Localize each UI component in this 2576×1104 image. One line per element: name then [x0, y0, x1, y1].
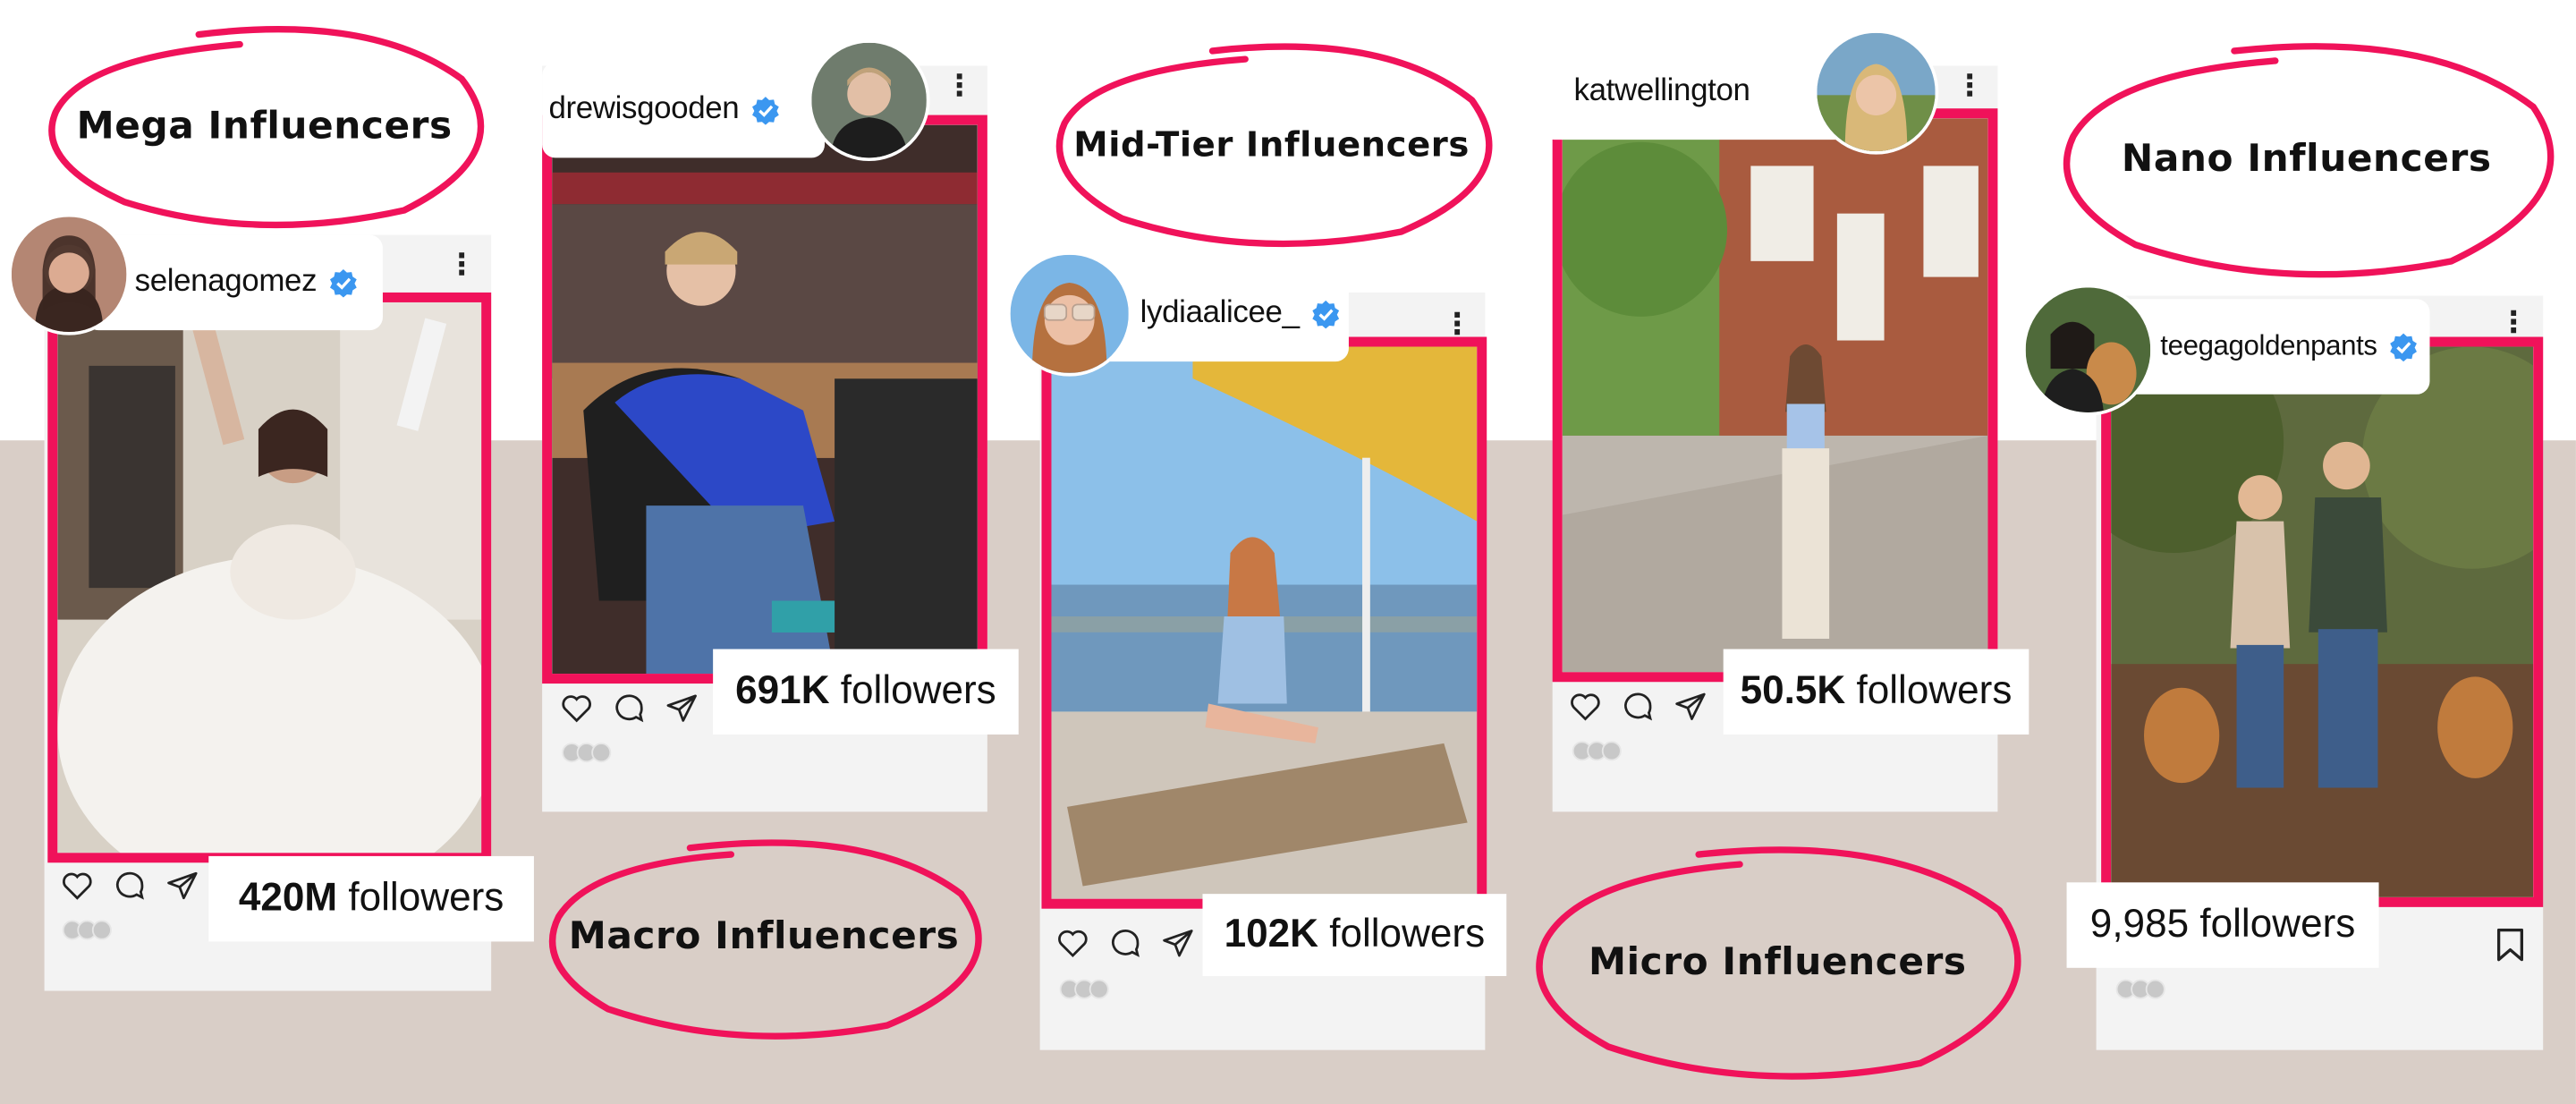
carousel-dots	[62, 920, 112, 940]
username[interactable]: teegagoldenpants	[2160, 330, 2377, 363]
heart-icon[interactable]	[1569, 690, 1602, 723]
avatar-teegagoldenpants[interactable]	[2021, 284, 2154, 416]
carousel-dots	[562, 743, 612, 763]
more-icon[interactable]: ⋮	[945, 72, 974, 102]
followers-count: 9,985 followers	[2066, 882, 2379, 968]
followers-word: followers	[840, 668, 996, 714]
username[interactable]: lydiaalicee_	[1140, 296, 1300, 332]
more-icon[interactable]: ⋮	[1955, 72, 1985, 102]
carousel-dots	[1059, 979, 1109, 999]
comment-icon[interactable]	[1109, 927, 1142, 960]
followers-word: followers	[348, 875, 504, 921]
heart-icon[interactable]	[1056, 927, 1089, 960]
username[interactable]: drewisgooden	[548, 92, 739, 128]
post-actions	[61, 870, 199, 903]
share-icon[interactable]	[1674, 690, 1707, 723]
tier-text: Nano Influencers	[2121, 138, 2492, 182]
followers-count: 420M followers	[208, 855, 534, 942]
more-icon[interactable]: ⋮	[447, 251, 477, 281]
share-icon[interactable]	[665, 692, 699, 725]
avatar-drewisgooden[interactable]	[808, 39, 930, 161]
tier-label-mega: Mega Influencers	[43, 21, 487, 230]
more-icon[interactable]: ⋮	[1443, 310, 1472, 340]
tier-label-mid: Mid-Tier Influencers	[1048, 38, 1496, 251]
more-icon[interactable]: ⋮	[2499, 308, 2529, 338]
followers-number: 50.5K	[1740, 668, 1846, 714]
canvas: selenagomez ⋮ 420M followers drewisgoode…	[0, 0, 2576, 1104]
post-photo-lydiaalicee[interactable]	[1041, 336, 1487, 909]
post-header: selenagomez	[85, 234, 383, 331]
post-actions	[560, 692, 698, 725]
username[interactable]: katwellington	[1574, 74, 1750, 110]
comment-icon[interactable]	[114, 870, 147, 903]
post-photo-selenagomez[interactable]	[47, 292, 492, 863]
post-actions	[1056, 927, 1194, 960]
comment-icon[interactable]	[1622, 690, 1655, 723]
followers-count: 102K followers	[1202, 894, 1507, 976]
verified-badge-icon	[1312, 300, 1339, 329]
bookmark-icon[interactable]	[2496, 928, 2525, 962]
tier-label-micro: Micro Influencers	[1526, 841, 2029, 1083]
tier-label-macro: Macro Influencers	[542, 831, 986, 1041]
carousel-dots	[2115, 979, 2165, 999]
followers-count: 50.5K followers	[1723, 649, 2029, 735]
followers-number: 9,985	[2089, 902, 2190, 947]
avatar-katwellington[interactable]	[1813, 30, 1939, 155]
tier-label-nano: Nano Influencers	[2054, 38, 2560, 281]
followers-number: 102K	[1224, 912, 1318, 956]
tier-text: Mega Influencers	[76, 104, 453, 148]
post-photo-teegagoldenpants[interactable]	[2101, 336, 2544, 907]
post-photo-katwellington[interactable]	[1552, 108, 1998, 683]
followers-word: followers	[1329, 912, 1486, 956]
followers-count: 691K followers	[713, 649, 1019, 735]
tier-text: Macro Influencers	[568, 915, 960, 958]
comment-icon[interactable]	[613, 692, 646, 725]
username[interactable]: selenagomez	[135, 265, 318, 301]
followers-word: followers	[2199, 902, 2356, 947]
avatar-selenagomez[interactable]	[8, 213, 131, 335]
followers-number: 420M	[238, 875, 338, 921]
avatar-lydiaalicee[interactable]	[1006, 251, 1132, 377]
heart-icon[interactable]	[560, 692, 593, 725]
heart-icon[interactable]	[61, 870, 94, 903]
verified-badge-icon	[2390, 333, 2417, 362]
followers-word: followers	[1856, 668, 2012, 714]
verified-badge-icon	[329, 269, 357, 298]
carousel-dots	[1572, 741, 1622, 761]
share-icon[interactable]	[166, 870, 199, 903]
share-icon[interactable]	[1162, 927, 1195, 960]
tier-text: Mid-Tier Influencers	[1073, 124, 1470, 165]
post-header: drewisgooden	[542, 62, 826, 158]
verified-badge-icon	[751, 97, 779, 125]
post-header: teegagoldenpants	[2119, 299, 2430, 395]
tier-text: Micro Influencers	[1589, 940, 1967, 984]
followers-number: 691K	[735, 668, 830, 714]
post-photo-drewisgooden[interactable]	[542, 115, 987, 684]
post-actions	[1569, 690, 1707, 723]
